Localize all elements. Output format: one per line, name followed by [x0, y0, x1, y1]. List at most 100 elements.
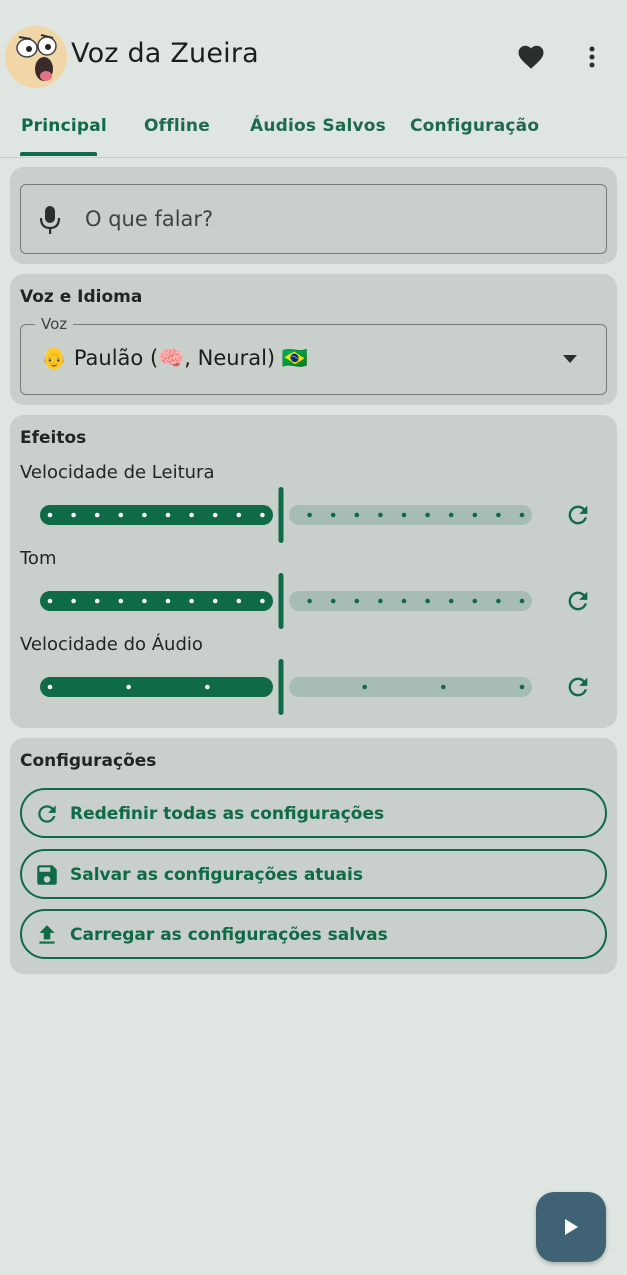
- slider-tick: [330, 598, 336, 604]
- app-logo-avatar: [5, 26, 67, 88]
- slider-tick: [118, 598, 124, 604]
- slider-tick: [472, 598, 478, 604]
- slider-tick: [71, 598, 76, 604]
- reset-icon[interactable]: [564, 673, 592, 701]
- save-settings-label: Salvar as configurações atuais: [70, 865, 363, 885]
- upload-icon: [39, 925, 55, 944]
- slider-tick: [71, 512, 76, 518]
- slider-tick: [448, 512, 454, 518]
- slider-tick: [441, 684, 446, 690]
- play-icon: [565, 1219, 578, 1235]
- slider-tick: [519, 512, 525, 518]
- reset-icon[interactable]: [564, 501, 592, 529]
- speak-placeholder: O que falar?: [85, 207, 214, 231]
- slider-tick: [47, 684, 53, 690]
- voice-card-title: Voz e Idioma: [20, 287, 143, 307]
- slider-tick: [378, 598, 383, 604]
- tab-bar: Principal Offline Áudios Salvos Configur…: [0, 100, 627, 158]
- slider-tick: [94, 512, 100, 518]
- slider-tick: [425, 512, 430, 518]
- slider-tick: [519, 684, 525, 690]
- tab-principal[interactable]: Principal: [21, 116, 107, 136]
- tab-audios-salvos[interactable]: Áudios Salvos: [250, 116, 386, 136]
- slider-tick: [94, 598, 100, 604]
- slider-inactive-track: [289, 505, 532, 525]
- slider-tick: [448, 598, 454, 604]
- refresh-icon: [38, 805, 56, 823]
- slider-tick: [260, 598, 265, 604]
- reset-all-settings-button[interactable]: Redefinir todas as configurações: [20, 788, 607, 838]
- slider-tick: [330, 512, 336, 518]
- slider-tick: [260, 512, 265, 518]
- config-card: Configurações Redefinir todas as configu…: [10, 738, 617, 974]
- slider-tick: [354, 598, 360, 604]
- slider-tick: [165, 598, 171, 604]
- slider-inactive-track: [289, 677, 532, 697]
- heart-icon[interactable]: [516, 42, 546, 72]
- slider-tick: [165, 512, 171, 518]
- reset-all-settings-label: Redefinir todas as configurações: [70, 804, 385, 824]
- slider-label-audio-speed: Velocidade do Áudio: [20, 634, 203, 655]
- slider-tick: [496, 512, 501, 518]
- pitch-slider-row: [10, 571, 617, 631]
- slider-tick: [189, 512, 194, 518]
- slider-tick: [401, 598, 407, 604]
- slider-tick: [126, 684, 131, 690]
- app-title: Voz da Zueira: [71, 38, 259, 69]
- load-settings-button[interactable]: Carregar as configurações salvas: [20, 909, 607, 959]
- slider-tick: [189, 598, 194, 604]
- slider-tick: [212, 512, 218, 518]
- load-settings-label: Carregar as configurações salvas: [70, 925, 388, 945]
- slider-thumb: [278, 573, 284, 629]
- slider-label-reading-speed: Velocidade de Leitura: [20, 462, 215, 483]
- voice-select-value: 👴 Paulão (🧠, Neural) 🇧🇷: [41, 346, 308, 370]
- speak-card: O que falar?: [10, 167, 617, 264]
- slider-tick: [47, 512, 53, 518]
- slider-thumb: [278, 659, 284, 715]
- slider-tick: [307, 598, 312, 604]
- tab-configuracao[interactable]: Configuração: [410, 116, 539, 136]
- slider-tick: [118, 512, 124, 518]
- reading-speed-slider-row: [10, 485, 617, 545]
- dropdown-arrow-icon[interactable]: [562, 354, 578, 364]
- microphone-icon[interactable]: [39, 205, 61, 235]
- slider-tick: [496, 598, 501, 604]
- pitch-slider[interactable]: [40, 571, 532, 631]
- slider-tick: [47, 598, 53, 604]
- slider-tick: [142, 598, 147, 604]
- effects-card: Efeitos Velocidade de Leitura Tom Veloci…: [10, 415, 617, 728]
- slider-tick: [142, 512, 147, 518]
- voice-card: Voz e Idioma Voz 👴 Paulão (🧠, Neural) 🇧🇷: [10, 274, 617, 405]
- slider-tick: [236, 512, 242, 518]
- reset-icon[interactable]: [564, 587, 592, 615]
- more-vert-icon[interactable]: [580, 42, 604, 72]
- slider-thumb: [278, 487, 284, 543]
- slider-active-track: [40, 677, 273, 697]
- effects-card-title: Efeitos: [20, 428, 87, 448]
- slider-tick: [401, 512, 407, 518]
- slider-tick: [425, 598, 430, 604]
- play-fab-button[interactable]: [536, 1192, 606, 1262]
- voice-select-label: Voz: [35, 315, 74, 333]
- slider-label-pitch: Tom: [20, 548, 57, 569]
- slider-tick: [236, 598, 242, 604]
- voice-select[interactable]: Voz 👴 Paulão (🧠, Neural) 🇧🇷: [20, 315, 607, 395]
- reading-speed-slider[interactable]: [40, 485, 532, 545]
- slider-tick: [212, 598, 218, 604]
- audio-speed-slider-row: [10, 657, 617, 717]
- save-icon: [37, 865, 57, 885]
- save-settings-button[interactable]: Salvar as configurações atuais: [20, 849, 607, 899]
- slider-tick: [472, 512, 478, 518]
- slider-tick: [519, 598, 525, 604]
- app-bar: Voz da Zueira: [0, 0, 627, 112]
- active-tab-indicator: [20, 152, 97, 156]
- slider-tick: [307, 512, 312, 518]
- audio-speed-slider[interactable]: [40, 657, 532, 717]
- config-card-title: Configurações: [20, 751, 157, 771]
- slider-inactive-track: [289, 591, 532, 611]
- slider-tick: [354, 512, 360, 518]
- slider-tick: [205, 684, 210, 690]
- slider-tick: [362, 684, 367, 690]
- speak-input[interactable]: O que falar?: [20, 184, 607, 254]
- tab-offline[interactable]: Offline: [144, 116, 210, 136]
